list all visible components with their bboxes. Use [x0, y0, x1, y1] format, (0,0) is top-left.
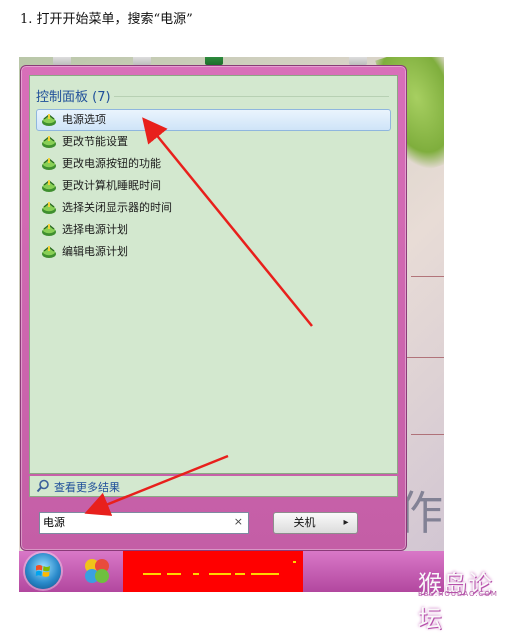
- result-item-label: 电源选项: [62, 113, 106, 126]
- result-item-label: 更改节能设置: [62, 135, 128, 148]
- shutdown-button[interactable]: 关机: [273, 512, 336, 534]
- site-watermark-url: BBS.HOUDAO.COM: [418, 590, 498, 598]
- result-item-label: 更改电源按钮的功能: [62, 157, 161, 170]
- pinned-app-icon[interactable]: [81, 555, 113, 587]
- desktop-icon[interactable]: [349, 57, 367, 65]
- magnifier-icon: [36, 479, 49, 493]
- result-item-sleep-time[interactable]: 更改计算机睡眠时间: [36, 175, 391, 197]
- result-item-label: 编辑电源计划: [62, 245, 128, 258]
- windows-flag-icon: [35, 565, 50, 577]
- power-options-icon: [42, 136, 56, 148]
- category-divider: [114, 96, 389, 97]
- see-more-results-label: 查看更多结果: [54, 481, 120, 494]
- tutorial-step-caption: 1. 打开开始菜单，搜索“电源”: [20, 12, 193, 27]
- wallpaper-line: [405, 357, 444, 358]
- power-options-icon: [42, 202, 56, 214]
- start-menu: 控制面板 (7) 电源选项 更改节能设置 更改电源按钮的功能 更改计算机睡眠时间…: [20, 65, 407, 551]
- power-options-icon: [42, 114, 56, 126]
- result-item-display-off-time[interactable]: 选择关闭显示器的时间: [36, 197, 391, 219]
- result-item-power-button-function[interactable]: 更改电源按钮的功能: [36, 153, 391, 175]
- result-item-power-options[interactable]: 电源选项: [36, 109, 391, 131]
- redacted-taskbar-area: [123, 551, 303, 592]
- results-category-control-panel[interactable]: 控制面板 (7): [36, 86, 111, 105]
- clear-search-icon[interactable]: ×: [234, 515, 243, 528]
- start-button[interactable]: [25, 553, 61, 589]
- power-options-icon: [42, 180, 56, 192]
- desktop-icon[interactable]: [133, 57, 151, 65]
- power-options-icon: [42, 246, 56, 258]
- desktop-icon[interactable]: [205, 57, 223, 65]
- desktop-screenshot: 作 控制面板 (7) 电源选项 更改节能设置 更改电源按钮的功能 更改计算机睡眠…: [19, 57, 444, 592]
- power-options-icon: [42, 158, 56, 170]
- wallpaper-line: [411, 434, 444, 435]
- result-item-change-power-saving[interactable]: 更改节能设置: [36, 131, 391, 153]
- result-item-label: 更改计算机睡眠时间: [62, 179, 161, 192]
- power-options-icon: [42, 224, 56, 236]
- shutdown-options-arrow-icon[interactable]: ▸: [335, 512, 358, 534]
- search-results-list: 电源选项 更改节能设置 更改电源按钮的功能 更改计算机睡眠时间 选择关闭显示器的…: [36, 109, 391, 263]
- search-results-panel: 控制面板 (7) 电源选项 更改节能设置 更改电源按钮的功能 更改计算机睡眠时间…: [29, 75, 398, 474]
- taskbar: [19, 551, 444, 592]
- result-item-choose-power-plan[interactable]: 选择电源计划: [36, 219, 391, 241]
- site-watermark-logo: 猴岛论坛: [418, 570, 493, 633]
- result-item-edit-power-plan[interactable]: 编辑电源计划: [36, 241, 391, 263]
- desktop-icon[interactable]: [53, 57, 71, 65]
- start-search-input[interactable]: [43, 514, 223, 530]
- result-item-label: 选择电源计划: [62, 223, 128, 236]
- see-more-results-link[interactable]: 查看更多结果: [29, 476, 398, 497]
- result-item-label: 选择关闭显示器的时间: [62, 201, 172, 214]
- start-search-box[interactable]: ×: [39, 512, 249, 534]
- wallpaper-line: [411, 276, 444, 277]
